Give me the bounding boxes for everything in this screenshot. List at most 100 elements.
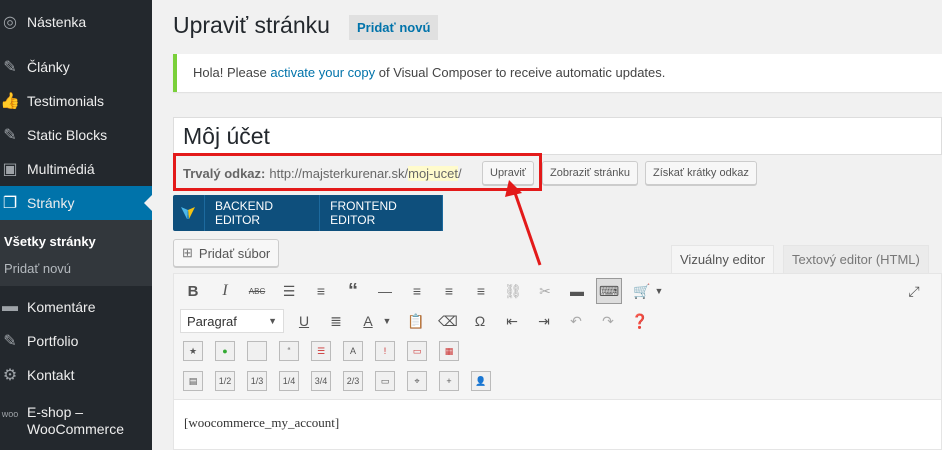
star-icon[interactable]: ★ [183,341,203,361]
align-center-icon[interactable]: ≡ [437,279,461,303]
editor-content-text: [woocommerce_my_account] [184,415,340,430]
notice-text: of Visual Composer to receive automatic … [378,65,666,80]
fullscreen-icon[interactable]: ⤢ [902,279,926,303]
blank-shortcode-icon[interactable] [247,341,267,361]
format-select[interactable]: Paragraf ▼ [180,309,284,333]
align-left-icon[interactable]: ≡ [405,279,429,303]
numbered-list-icon[interactable]: ≡ [309,279,333,303]
media-icon: ⊞ [182,245,193,260]
chevron-down-icon[interactable]: ▼ [380,309,394,333]
bold-button[interactable]: B [181,279,205,303]
tab-text-editor[interactable]: Textový editor (HTML) [783,245,929,273]
comment-icon: ▬ [2,298,18,315]
menu-label-line2: WooCommerce [27,421,124,437]
menu-posts[interactable]: ✎ Články [0,50,152,84]
text-shortcode-icon[interactable]: A [343,341,363,361]
visual-composer-bar: BACKEND EDITOR FRONTEND EDITOR [173,195,443,231]
paste-text-icon[interactable]: 📋 [404,309,428,333]
submenu-all-pages[interactable]: Všetky stránky [4,234,96,249]
menu-label: Multimédiá [27,161,95,177]
backend-editor-button[interactable]: BACKEND EDITOR [205,195,321,231]
dashboard-icon: ◎ [3,14,17,31]
quote-shortcode-icon[interactable]: “ [279,341,299,361]
add-new-button[interactable]: Pridať novú [349,15,439,40]
frontend-editor-button[interactable]: FRONTEND EDITOR [320,195,443,231]
view-page-button[interactable]: Zobraziť stránku [542,161,638,185]
alert-icon[interactable]: ! [375,341,395,361]
menu-dashboard[interactable]: ◎ Nástenka [0,5,152,39]
menu-pages[interactable]: ❐ Stránky [0,186,152,220]
plus-icon[interactable]: + [439,371,459,391]
menu-label: Nástenka [27,14,87,30]
pin-icon: ✎ [3,59,17,76]
strikethrough-button[interactable]: ABC [245,279,269,303]
menu-media[interactable]: ▣ Multimédiá [0,152,152,186]
underline-button[interactable]: U [292,309,316,333]
menu-label-line1: E-shop – [27,404,84,420]
menu-testimonials[interactable]: 👍 Testimonials [0,84,152,118]
menu-label: E-shop – WooCommerce [27,404,124,438]
tabs-shortcode-icon[interactable]: ▭ [375,371,395,391]
activate-link[interactable]: activate your copy [270,65,375,80]
page-title: Upraviť stránku [173,12,330,38]
menu-label: Články [27,59,70,75]
menu-static-blocks[interactable]: ✎ Static Blocks [0,118,152,152]
outdent-icon[interactable]: ⇤ [500,309,524,333]
chevron-down-icon: ▼ [268,316,277,326]
menu-label: Stránky [27,195,75,211]
get-shortlink-button[interactable]: Získať krátky odkaz [645,161,757,185]
user-icon[interactable]: 👤 [471,371,491,391]
menu-portfolio[interactable]: ✎ Portfolio [0,324,152,358]
toolbar-toggle-icon[interactable]: ⌨ [596,278,622,304]
plus-circle-icon[interactable]: ● [215,341,235,361]
column-half-icon[interactable]: 1/2 [215,371,235,391]
undo-icon[interactable]: ↶ [564,309,588,333]
menu-comments[interactable]: ▬ Komentáre [0,290,152,324]
submenu-add-new[interactable]: Pridať novú [4,261,71,276]
cart-icon[interactable]: 🛒 [630,279,654,303]
highlight-box [173,153,542,191]
menu-label: Portfolio [27,333,79,349]
map-pin-icon[interactable]: ⌖ [407,371,427,391]
unlink-icon[interactable]: ✂ [533,279,557,303]
thumbs-up-icon: 👍 [0,93,20,110]
column-three-quarter-icon[interactable]: 3/4 [311,371,331,391]
menu-label: Static Blocks [27,127,108,143]
special-char-icon[interactable]: Ω [468,309,492,333]
format-value: Paragraf [187,313,237,329]
blockquote-icon[interactable]: “ [341,279,365,303]
pin-icon: ✎ [3,333,17,350]
read-more-icon[interactable]: ▬ [565,279,589,303]
post-title-input[interactable]: Môj účet [173,117,942,155]
add-media-label: Pridať súbor [198,245,271,261]
media-icon: ▣ [2,161,18,178]
column-two-third-icon[interactable]: 2/3 [343,371,363,391]
menu-label: Komentáre [27,299,96,315]
column-quarter-icon[interactable]: 1/4 [279,371,299,391]
horizontal-line-icon[interactable]: — [373,279,397,303]
redo-icon[interactable]: ↷ [596,309,620,333]
menu-woocommerce[interactable]: woo E-shop – WooCommerce [0,404,152,448]
menu-contact[interactable]: ⚙ Kontakt [0,358,152,392]
add-media-button[interactable]: ⊞ Pridať súbor [173,239,280,267]
clear-format-icon[interactable]: ⌫ [436,309,460,333]
menu-label: Testimonials [27,93,105,109]
italic-button[interactable]: I [213,279,237,303]
tab-visual-editor[interactable]: Vizuálny editor [671,245,775,273]
link-icon[interactable]: ⛓ [501,279,525,303]
column-third-icon[interactable]: 1/3 [247,371,267,391]
align-right-icon[interactable]: ≡ [469,279,493,303]
help-icon[interactable]: ❓ [628,309,652,333]
justify-icon[interactable]: ≣ [324,309,348,333]
table-shortcode-icon[interactable]: ▦ [439,341,459,361]
gear-icon: ⚙ [2,367,18,384]
bullet-list-icon[interactable]: ☰ [277,279,301,303]
woo-icon: woo [1,409,19,419]
chevron-down-icon[interactable]: ▼ [652,279,666,303]
text-color-icon[interactable]: A [356,309,380,333]
row-shortcode-icon[interactable]: ▤ [183,371,203,391]
update-notice: Hola! Please activate your copy of Visua… [173,54,942,92]
indent-icon[interactable]: ⇥ [532,309,556,333]
list-shortcode-icon[interactable]: ☰ [311,341,331,361]
button-shortcode-icon[interactable]: ▭ [407,341,427,361]
